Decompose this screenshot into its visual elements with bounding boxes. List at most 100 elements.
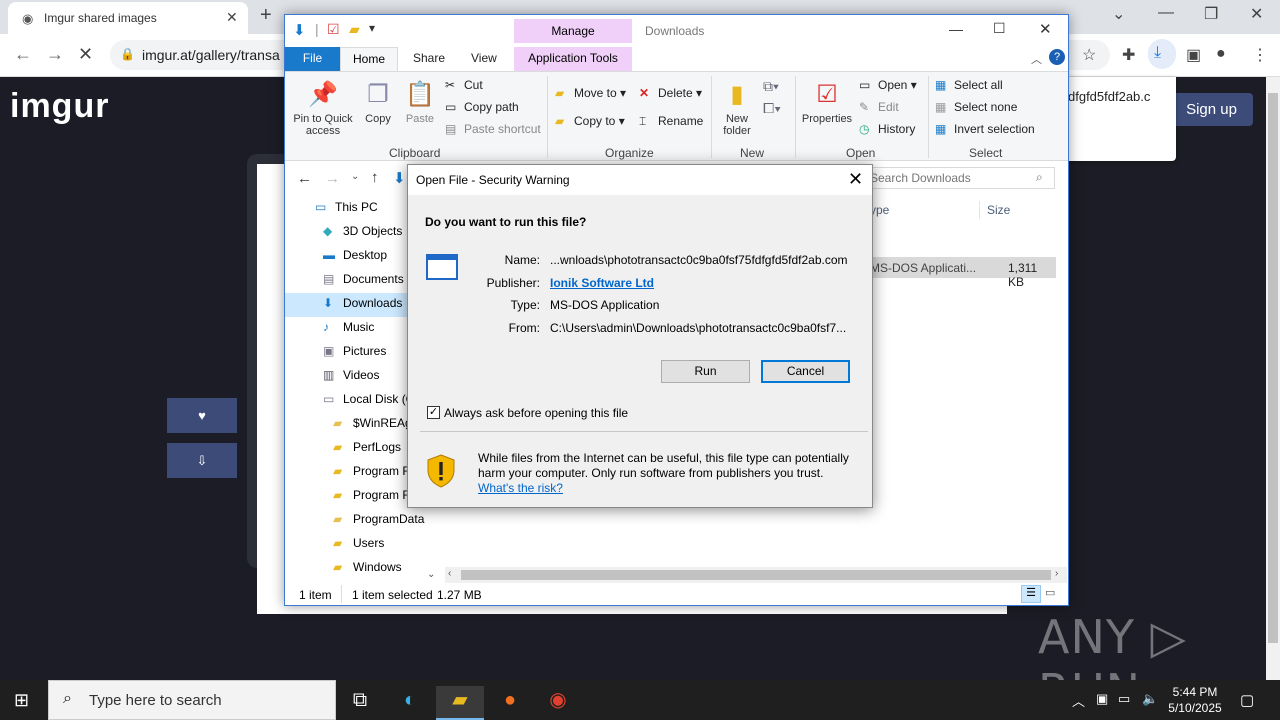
edit-button[interactable]: ✎ Edit [859,100,899,114]
edge-icon[interactable]: ◐ [386,686,434,720]
publisher-link[interactable]: Ionik Software Ltd [550,276,654,290]
site-info-icon[interactable]: 🔒 [120,47,135,61]
delete-button[interactable]: ✕ Delete ▾ [639,86,702,100]
stop-loading-icon[interactable]: ✕ [78,44,93,65]
signup-button[interactable]: Sign up [1170,93,1253,126]
chrome-menu-icon[interactable]: ⋮ [1252,45,1268,65]
cancel-button[interactable]: Cancel [761,360,850,383]
taskbar-clock[interactable]: 5:44 PM 5/10/2025 [1160,684,1230,716]
search-placeholder: Search Downloads [870,171,971,185]
tab-search-icon[interactable]: ⌄ [1112,4,1125,24]
select-none-button[interactable]: ▦ Select none [935,100,1017,114]
page-scrollbar[interactable] [1266,77,1280,685]
name-label: Name: [504,253,540,267]
history-button[interactable]: ◷ History [859,122,915,136]
nav-scroll-down-icon[interactable]: ⌄ [427,569,435,580]
paste-button[interactable]: 📋 Paste [401,80,439,125]
new-tab-button[interactable]: + [260,4,272,27]
download-image-button[interactable]: ⇩ [167,443,237,478]
copy-button[interactable]: ❐ Copy [359,80,397,125]
imgur-logo[interactable]: imgur [10,87,109,126]
explorer-minimize-button[interactable]: — [949,21,963,37]
back-icon[interactable]: ← [14,44,32,65]
downloads-button[interactable]: ⤓ [1148,39,1176,69]
explorer-forward-icon[interactable]: → [325,170,340,187]
always-ask-label[interactable]: Always ask before opening this file [444,406,628,420]
volume-icon[interactable]: 🔈 [1142,691,1158,707]
page-scroll-thumb[interactable] [1268,93,1278,643]
scroll-left-icon[interactable]: ‹ [448,568,451,579]
move-to-button[interactable]: ▰ Move to ▾ [555,86,626,100]
easy-access-icon[interactable]: ⧠▾ [763,100,781,117]
file-row[interactable]: MS-DOS Applicati... 1,311 KB [870,257,1056,289]
dialog-close-icon[interactable]: ✕ [848,169,863,190]
tab-view[interactable]: View [471,51,497,65]
explorer-maximize-button[interactable]: ☐ [993,20,1006,37]
new-folder-qa-icon[interactable]: ▰ [349,21,360,38]
nav-folder[interactable]: ▰ ProgramData [333,507,453,531]
collapse-ribbon-icon[interactable]: ︿ [1031,51,1042,67]
chrome-icon[interactable]: ◉ [534,686,582,720]
file-explorer-taskbar-icon[interactable]: ▰ [436,686,484,720]
explorer-close-button[interactable]: ✕ [1039,20,1052,38]
explorer-up-icon[interactable]: ↑ [371,169,379,186]
explorer-back-icon[interactable]: ← [297,170,312,187]
rename-button[interactable]: ⌶ Rename [639,114,703,129]
network-icon[interactable]: ▭ [1118,691,1130,707]
whats-the-risk-link[interactable]: What's the risk? [478,481,563,495]
tab-file[interactable]: File [285,47,340,71]
cut-button[interactable]: ✂ Cut [445,78,483,92]
downloads-icon: ⬇ [323,296,334,310]
properties-check-icon[interactable]: ☑ [327,21,340,38]
browser-minimize-button[interactable]: — [1158,4,1174,22]
tab-share[interactable]: Share [413,51,445,65]
horizontal-scrollbar[interactable]: ‹ › [445,567,1067,583]
tab-close-icon[interactable]: ✕ [226,9,238,26]
explorer-search-input[interactable]: Search Downloads ⌕ [865,167,1055,189]
firefox-icon[interactable]: ● [486,686,534,720]
from-label: From: [508,321,540,335]
taskbar-search-box[interactable]: ⌕ Type here to search [48,680,336,720]
open-button[interactable]: ▭ Open ▾ [859,78,917,92]
qa-customize-icon[interactable]: ▾ [369,21,375,35]
large-icons-view-icon[interactable]: ▭ [1045,586,1055,599]
show-hidden-icons-icon[interactable]: ︿ [1072,691,1085,710]
select-all-button[interactable]: ▦ Select all [935,78,1003,92]
nav-folder[interactable]: ▰ Users [333,531,453,555]
copy-path-button[interactable]: ▭ Copy path [445,100,519,114]
bookmark-star-icon[interactable]: ☆ [1082,45,1096,65]
side-panel-icon[interactable]: ▣ [1186,45,1201,65]
horizontal-scroll-thumb[interactable] [461,570,1051,580]
download-bubble[interactable]: dfgfd5fdf2ab.c [1060,77,1176,161]
scroll-right-icon[interactable]: › [1055,568,1058,579]
notifications-icon[interactable]: ▢ [1240,691,1254,709]
meet-now-icon[interactable]: ▣ [1096,691,1108,707]
forward-icon[interactable]: → [46,44,64,65]
new-folder-button[interactable]: ▮ New folder [717,80,757,137]
run-button[interactable]: Run [661,360,750,383]
new-item-icon[interactable]: ⧉▾ [763,78,779,95]
paste-shortcut-button[interactable]: ▤ Paste shortcut [445,122,541,136]
tab-application-tools[interactable]: Application Tools [514,47,632,71]
extensions-icon[interactable]: ✚ [1122,45,1135,65]
browser-tab[interactable]: ◉ Imgur shared images ✕ [8,2,248,34]
profile-avatar-icon[interactable]: ● [1216,45,1226,63]
browser-restore-button[interactable]: ❐ [1204,4,1218,24]
manage-context-label: Manage [514,19,632,43]
start-windows-icon[interactable]: ⊞ [14,690,29,711]
tab-home[interactable]: Home [340,47,398,72]
column-size-header[interactable]: Size [987,203,1010,217]
favorite-button[interactable]: ♥ [167,398,237,433]
copy-to-button[interactable]: ▰ Copy to ▾ [555,114,625,128]
details-view-icon[interactable]: ☰ [1021,585,1041,603]
help-icon[interactable]: ? [1049,49,1065,65]
properties-button[interactable]: ☑ Properties [799,80,855,125]
task-view-icon[interactable]: ⧉ [336,686,384,720]
browser-close-button[interactable]: ✕ [1250,4,1263,24]
quick-access-down-icon[interactable]: ⬇ [293,21,306,39]
always-ask-checkbox[interactable]: ✓ [427,406,440,419]
recent-locations-icon[interactable]: ⌄ [351,171,359,182]
invert-selection-button[interactable]: ▦ Invert selection [935,122,1035,136]
paste-icon: 📋 [405,81,435,108]
pin-quick-access-button[interactable]: 📌 Pin to Quick access [291,80,355,137]
